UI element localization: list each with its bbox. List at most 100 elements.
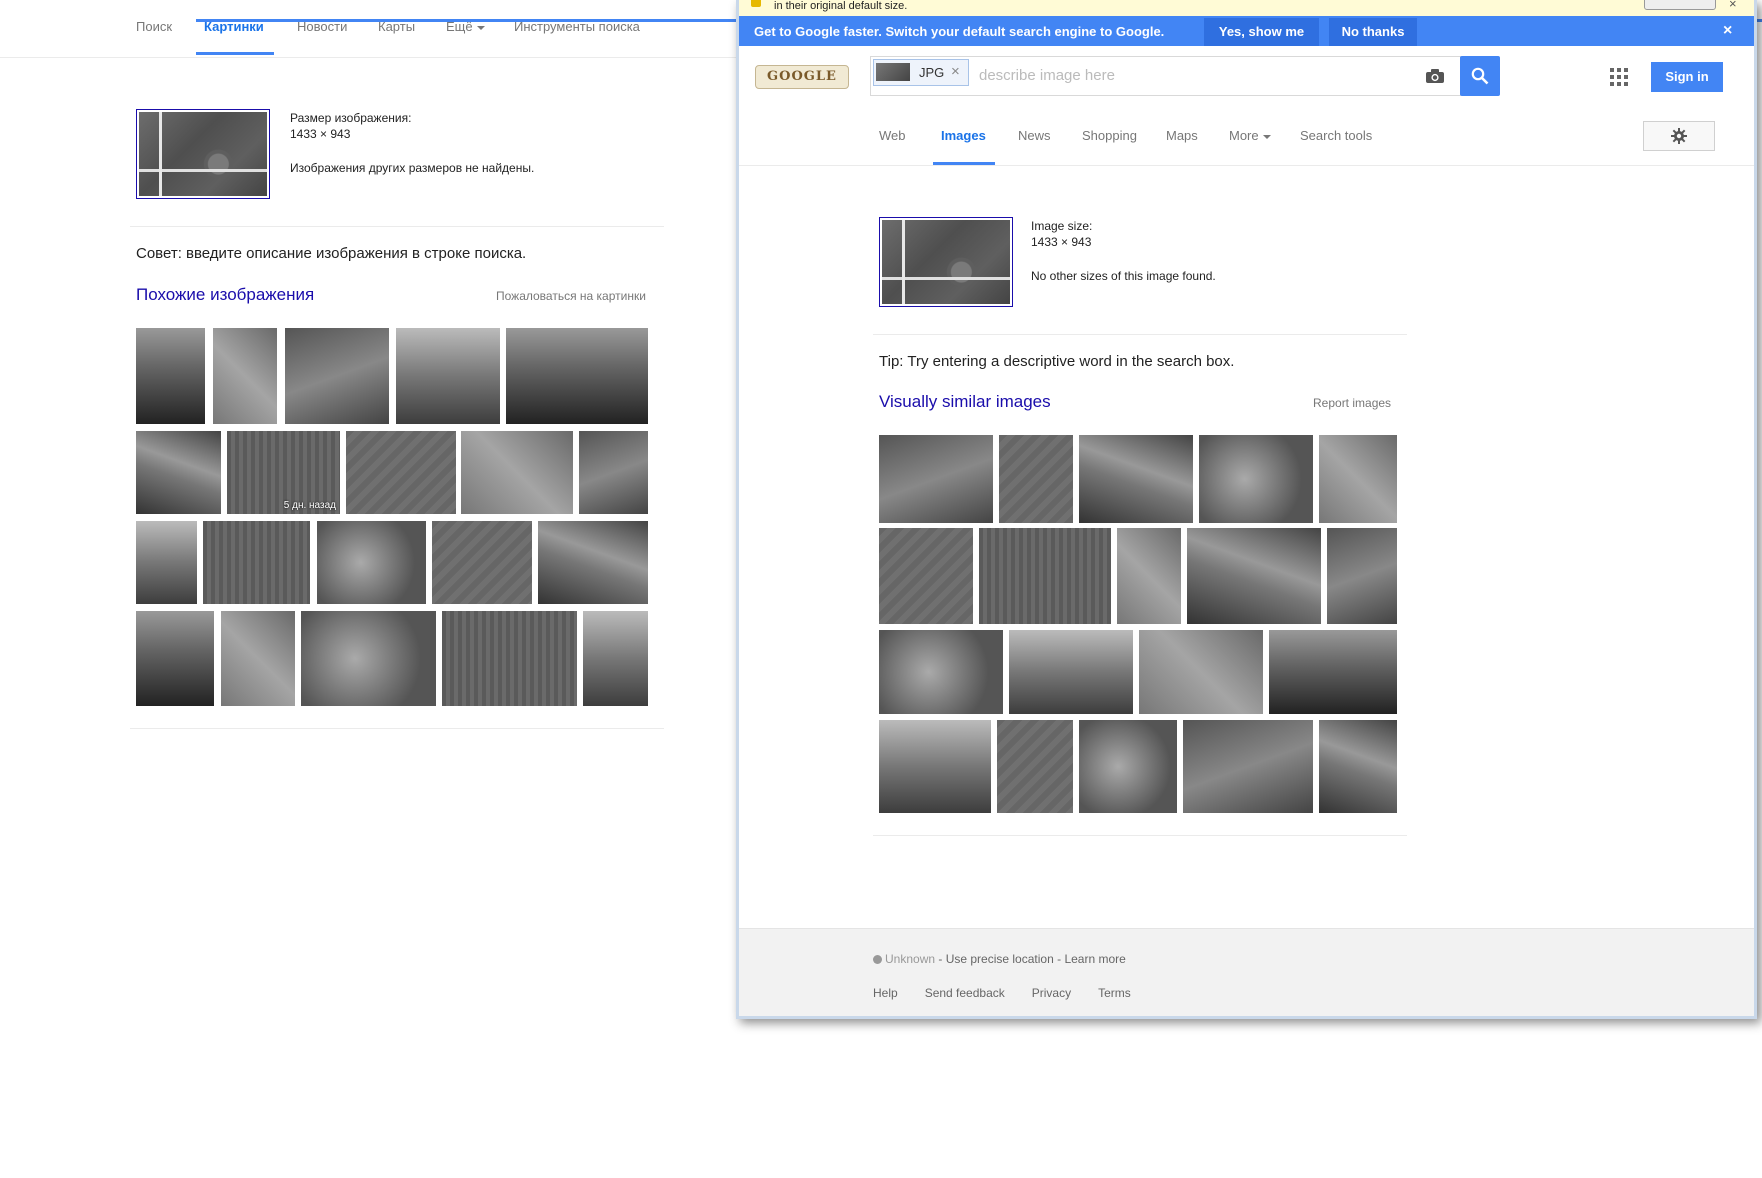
use-precise-location-link[interactable]: Use precise location: [946, 952, 1054, 966]
similar-image[interactable]: [506, 328, 648, 424]
similar-image[interactable]: [1319, 435, 1397, 523]
settings-button[interactable]: [1643, 121, 1715, 151]
similar-image[interactable]: [1079, 720, 1177, 813]
location-status: Unknown: [885, 952, 936, 966]
similar-image[interactable]: [1269, 630, 1397, 714]
tab-maps[interactable]: Карты: [378, 19, 415, 34]
similar-image[interactable]: [203, 521, 310, 604]
search-box[interactable]: JPG × describe image here: [870, 56, 1461, 96]
similar-image[interactable]: [1139, 630, 1263, 714]
similar-image[interactable]: [221, 611, 295, 706]
similar-image[interactable]: [1199, 435, 1313, 523]
tab-maps[interactable]: Maps: [1166, 128, 1198, 143]
chevron-down-icon: [1262, 134, 1271, 139]
tab-more[interactable]: Ещё: [446, 19, 485, 34]
report-images-link[interactable]: Пожаловаться на картинки: [496, 289, 646, 303]
similar-image[interactable]: [879, 435, 993, 523]
similar-image[interactable]: [136, 328, 205, 424]
similar-image[interactable]: [346, 431, 456, 514]
similar-image[interactable]: [396, 328, 500, 424]
location-line: Unknown - Use precise location - Learn m…: [873, 952, 1126, 966]
query-image-thumbnail[interactable]: [879, 217, 1013, 307]
image-size-label: Размер изображения:: [290, 111, 412, 125]
learn-more-link[interactable]: Learn more: [1064, 952, 1125, 966]
similar-image[interactable]: [136, 431, 221, 514]
similar-image[interactable]: [997, 720, 1073, 813]
default-search-banner: Get to Google faster. Switch your defaul…: [739, 16, 1754, 46]
location-dot-icon: [873, 955, 882, 964]
no-thanks-button[interactable]: No thanks: [1329, 18, 1417, 46]
similar-image[interactable]: [538, 521, 648, 604]
similar-image[interactable]: [136, 521, 197, 604]
tab-images[interactable]: Images: [941, 128, 986, 143]
camera-icon[interactable]: [1425, 68, 1445, 84]
similar-image[interactable]: [879, 528, 973, 624]
close-icon[interactable]: ×: [1729, 0, 1737, 11]
chip-label: JPG: [919, 65, 945, 80]
similar-image[interactable]: 5 дн. назад: [227, 431, 340, 514]
no-other-sizes-text: Изображения других размеров не найдены.: [290, 161, 535, 175]
similar-image[interactable]: [979, 528, 1111, 624]
tip-text: Tip: Try entering a descriptive word in …: [879, 353, 1235, 370]
search-icon: [1471, 67, 1489, 85]
image-size-value: 1433 × 943: [290, 127, 351, 141]
similar-image[interactable]: [432, 521, 532, 604]
thumbnail-age-stamp: 5 дн. назад: [283, 500, 336, 511]
footer-links: Help Send feedback Privacy Terms: [873, 986, 1131, 1000]
tab-search-tools[interactable]: Search tools: [1300, 128, 1372, 143]
chip-remove-icon[interactable]: ×: [951, 63, 960, 80]
divider: [0, 57, 736, 58]
similar-image[interactable]: [879, 630, 1003, 714]
similar-image[interactable]: [1079, 435, 1193, 523]
report-images-link[interactable]: Report images: [1313, 396, 1391, 410]
tab-news[interactable]: Новости: [297, 19, 347, 34]
query-image-thumbnail[interactable]: [136, 109, 270, 199]
similar-image[interactable]: [136, 611, 214, 706]
similar-image[interactable]: [285, 328, 389, 424]
tab-shopping[interactable]: Shopping: [1082, 128, 1137, 143]
image-size-info: Image size: 1433 × 943 No other sizes of…: [1031, 218, 1216, 284]
image-query-chip[interactable]: JPG ×: [873, 59, 969, 86]
similar-images-title[interactable]: Visually similar images: [879, 392, 1051, 412]
send-feedback-link[interactable]: Send feedback: [925, 986, 1005, 1000]
tab-more[interactable]: More: [1229, 128, 1271, 143]
tab-search-tools[interactable]: Инструменты поиска: [514, 19, 640, 34]
divider: [739, 165, 1754, 166]
tab-more-label: More: [1229, 128, 1259, 143]
similar-image[interactable]: [999, 435, 1073, 523]
help-link[interactable]: Help: [873, 986, 898, 1000]
similar-image[interactable]: [583, 611, 648, 706]
yes-show-me-button[interactable]: Yes, show me: [1204, 18, 1319, 46]
banner-close-icon[interactable]: ×: [1723, 22, 1732, 40]
sign-in-button[interactable]: Sign in: [1651, 62, 1723, 92]
similar-image[interactable]: [579, 431, 648, 514]
divider: [873, 334, 1407, 335]
similar-image[interactable]: [879, 720, 991, 813]
terms-link[interactable]: Terms: [1098, 986, 1131, 1000]
similar-image[interactable]: [301, 611, 436, 706]
logo-text: GOOGLE: [767, 69, 837, 84]
separator: -: [935, 952, 946, 966]
apps-grid-icon[interactable]: [1610, 68, 1628, 86]
similar-image[interactable]: [1319, 720, 1397, 813]
tab-search[interactable]: Поиск: [136, 19, 172, 34]
similar-image[interactable]: [1327, 528, 1397, 624]
similar-image[interactable]: [1183, 720, 1313, 813]
search-input[interactable]: describe image here: [979, 67, 1115, 84]
warning-ok-button[interactable]: [1644, 0, 1716, 10]
similar-images-title[interactable]: Похожие изображения: [136, 285, 314, 305]
similar-image[interactable]: [442, 611, 577, 706]
warning-text: in their original default size.: [774, 0, 908, 12]
similar-image[interactable]: [1009, 630, 1133, 714]
similar-image[interactable]: [1187, 528, 1321, 624]
tab-news[interactable]: News: [1018, 128, 1051, 143]
search-button[interactable]: [1460, 56, 1500, 96]
privacy-link[interactable]: Privacy: [1032, 986, 1071, 1000]
google-doodle-logo[interactable]: GOOGLE: [755, 65, 849, 89]
tab-web[interactable]: Web: [879, 128, 906, 143]
similar-image[interactable]: [317, 521, 426, 604]
similar-image[interactable]: [461, 431, 573, 514]
similar-image[interactable]: [1117, 528, 1181, 624]
similar-image[interactable]: [213, 328, 277, 424]
banner-text: Get to Google faster. Switch your defaul…: [754, 24, 1165, 39]
